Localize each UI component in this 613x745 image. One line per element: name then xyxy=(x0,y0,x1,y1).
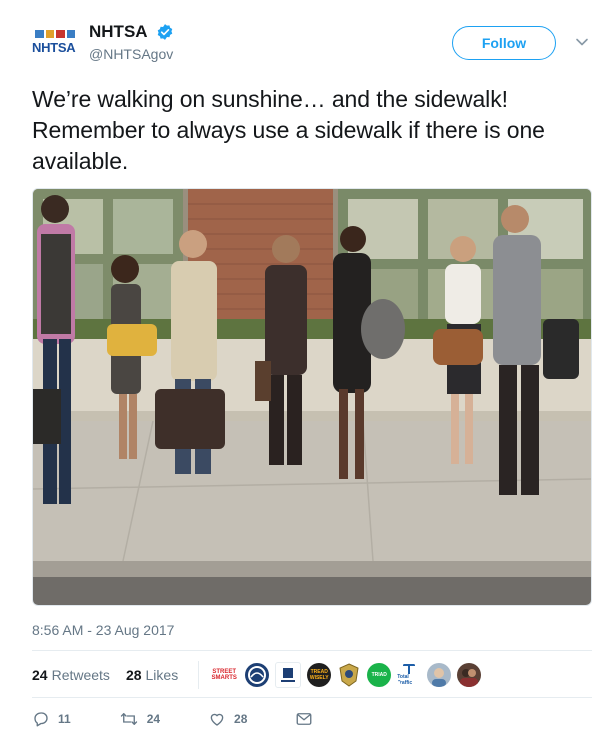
retweets-stat[interactable]: 24 Retweets xyxy=(32,667,110,683)
avatar[interactable] xyxy=(275,662,302,688)
envelope-icon xyxy=(296,713,312,725)
avatar[interactable]: TREAD WISELY xyxy=(307,663,332,687)
reply-button[interactable]: 11 xyxy=(32,710,71,728)
like-button[interactable]: 28 xyxy=(208,710,247,728)
logo-stripes xyxy=(35,30,75,38)
chevron-down-icon[interactable] xyxy=(575,35,589,49)
person-photo-icon xyxy=(432,668,447,687)
person-photo-icon xyxy=(460,669,479,687)
retweets-label: Retweets xyxy=(51,667,110,683)
retweet-icon xyxy=(120,713,137,725)
avatar[interactable]: STREET SMARTS xyxy=(209,663,240,687)
like-count: 28 xyxy=(234,712,248,726)
avatar-logo-icon xyxy=(248,666,267,684)
retweets-count: 24 xyxy=(32,667,48,683)
tweet-text: We’re walking on sunshine… and the sidew… xyxy=(32,86,545,174)
tweet-actions: 11 24 28 xyxy=(32,708,369,730)
avatar[interactable] xyxy=(457,663,482,687)
likes-count: 28 xyxy=(125,667,142,683)
reply-icon xyxy=(34,712,48,727)
sidewalk-photo-image xyxy=(33,189,591,605)
nhtsa-logo[interactable]: NHTSA xyxy=(32,30,78,60)
avatar-text: STREET SMARTS xyxy=(211,669,237,681)
reply-count: 11 xyxy=(58,712,71,726)
likes-stat[interactable]: 28 Likes xyxy=(126,667,178,683)
direct-message-button[interactable] xyxy=(295,710,321,728)
avatar[interactable] xyxy=(245,663,270,687)
likes-label: Likes xyxy=(145,667,179,683)
divider xyxy=(32,650,592,651)
retweet-button[interactable]: 24 xyxy=(119,710,160,728)
heart-icon xyxy=(210,713,224,726)
logo-text: NHTSA xyxy=(32,40,76,55)
t-logo-icon xyxy=(403,664,416,674)
tweet-timestamp[interactable]: 8:56 AM - 23 Aug 2017 xyxy=(32,622,174,638)
divider xyxy=(32,697,592,698)
avatar-text: Total Traffic xyxy=(397,674,413,686)
avatar-text: TRIAD xyxy=(371,672,387,678)
tweet-photo[interactable] xyxy=(32,188,592,606)
account-handle[interactable]: @NHTSAgov xyxy=(89,46,174,62)
display-name[interactable]: NHTSA xyxy=(89,22,148,42)
tweet-header: NHTSA NHTSA @NHTSAgov Follow xyxy=(32,20,592,68)
avatar-logo-icon xyxy=(281,668,296,682)
account-info[interactable]: NHTSA @NHTSAgov xyxy=(89,22,174,62)
liker-avatars: STREET SMARTS TREAD WISELY TRIAD Total T… xyxy=(209,662,482,688)
avatar[interactable]: TRIAD xyxy=(367,663,392,687)
avatar-text: TREAD WISELY xyxy=(309,669,329,681)
avatar[interactable]: Total Traffic xyxy=(397,663,422,687)
follow-button[interactable]: Follow xyxy=(452,26,556,60)
badge-icon xyxy=(339,663,359,687)
stats-separator xyxy=(198,661,200,689)
tweet-stats: 24 Retweets 28 Likes STREET SMARTS TREAD… xyxy=(32,660,482,690)
verified-badge-icon xyxy=(157,24,173,40)
avatar[interactable] xyxy=(337,663,362,687)
retweet-count: 24 xyxy=(146,712,161,726)
avatar[interactable] xyxy=(427,663,452,687)
